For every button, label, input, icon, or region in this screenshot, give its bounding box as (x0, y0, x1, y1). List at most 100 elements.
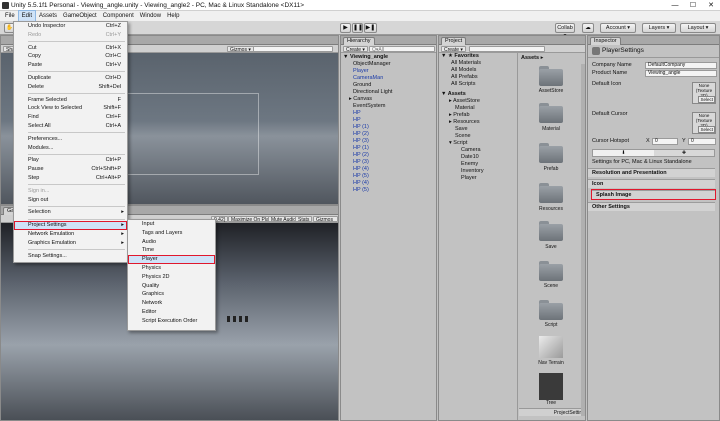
scene-search-input[interactable] (253, 46, 333, 52)
list-item[interactable]: ObjectManager (343, 61, 437, 68)
list-item[interactable]: Enemy (441, 161, 513, 168)
menu-assets[interactable]: Assets (36, 11, 60, 21)
play-button[interactable]: ▶ (340, 23, 351, 33)
layers-button[interactable]: Layers ▾ (642, 23, 676, 33)
tab-hierarchy[interactable]: Hierarchy (343, 37, 375, 45)
hierarchy-create-button[interactable]: Create ▾ (343, 46, 368, 53)
default-cursor-slot[interactable]: None (Texture 2D) Select (692, 112, 716, 134)
account-button[interactable]: Account ▾ (600, 23, 636, 33)
close-icon[interactable]: ✕ (702, 0, 720, 11)
menu-item-snap-settings[interactable]: Snap Settings... (14, 252, 127, 261)
menu-item-graphics[interactable]: Graphics (128, 290, 215, 299)
scene-root-item[interactable]: ▼ Viewing_angle (343, 54, 437, 61)
folder-icon[interactable] (539, 66, 563, 86)
select-button[interactable]: Select (698, 96, 715, 103)
list-item[interactable]: Camera (441, 147, 513, 154)
list-item[interactable]: All Models (441, 67, 513, 74)
menu-item-player[interactable]: Player (128, 255, 215, 264)
list-item[interactable]: Ground (343, 82, 437, 89)
step-button[interactable]: ▶❚ (364, 23, 377, 33)
menu-item-script-execution-order[interactable]: Script Execution Order (128, 317, 215, 326)
product-name-field[interactable]: Viewing_angle (645, 70, 717, 77)
list-item[interactable]: ▸ Prefab (441, 112, 513, 119)
menu-item-pause[interactable]: Pause Ctrl+Shift+P (14, 165, 127, 174)
menu-item-audio[interactable]: Audio (128, 238, 215, 247)
stats-toggle[interactable]: Stats (295, 216, 313, 223)
list-item[interactable]: HP (2) (343, 152, 437, 159)
list-item[interactable]: Directional Light (343, 89, 437, 96)
folder-icon[interactable] (539, 103, 563, 123)
menu-item-physics-2d[interactable]: Physics 2D (128, 273, 215, 282)
list-item[interactable]: HP (3) (343, 159, 437, 166)
menu-component[interactable]: Component (100, 11, 137, 21)
project-breadcrumb[interactable]: Assets ▸ (521, 55, 543, 61)
menu-item-lock-view[interactable]: Lock View to Selected Shift+F (14, 104, 127, 113)
list-item[interactable]: CameraMan (343, 75, 437, 82)
default-icon-slot[interactable]: None (Texture 2D) Select (692, 82, 716, 104)
menu-item-paste[interactable]: Paste Ctrl+V (14, 61, 127, 70)
list-item[interactable]: HP (5) (343, 187, 437, 194)
hotspot-y-field[interactable]: 0 (688, 138, 716, 145)
menu-item-network-emulation[interactable]: Network Emulation ▸ (14, 230, 127, 239)
menu-item-duplicate[interactable]: Duplicate Ctrl+D (14, 74, 127, 83)
menu-item-modules[interactable]: Modules... (14, 144, 127, 153)
list-item[interactable]: All Prefabs (441, 74, 513, 81)
list-item[interactable]: HP (343, 110, 437, 117)
tree-asset-icon[interactable] (539, 373, 563, 400)
project-scrollbar[interactable] (581, 64, 585, 416)
cloud-icon[interactable]: ☁ (582, 23, 594, 33)
menu-item-input[interactable]: Input (128, 220, 215, 229)
menu-item-preferences[interactable]: Preferences... (14, 135, 127, 144)
scene-gizmos-dropdown[interactable]: Gizmos ▾ (227, 46, 254, 53)
terrain-asset-icon[interactable] (539, 336, 563, 358)
menu-item-step[interactable]: Step Ctrl+Alt+P (14, 174, 127, 183)
hierarchy-search-input[interactable]: Q▾All (369, 46, 435, 53)
menu-item-tags-layers[interactable]: Tags and Layers (128, 229, 215, 238)
list-item[interactable]: HP (1) (343, 145, 437, 152)
menu-gameobject[interactable]: GameObject (60, 11, 100, 21)
list-item[interactable]: All Scripts (441, 81, 513, 88)
menu-item-frame-selected[interactable]: Frame Selected F (14, 96, 127, 105)
list-item[interactable]: Date10 (441, 154, 513, 161)
menu-item-quality[interactable]: Quality (128, 282, 215, 291)
list-item[interactable]: ▾ Script (441, 140, 513, 147)
folder-icon[interactable] (539, 261, 563, 281)
list-item[interactable]: All Materials (441, 60, 513, 67)
list-item[interactable]: Material (441, 105, 513, 112)
list-item[interactable]: HP (4) (343, 180, 437, 187)
menu-item-cut[interactable]: Cut Ctrl+X (14, 44, 127, 53)
folder-icon[interactable] (539, 143, 563, 163)
platform-tab-web[interactable]: ✚ (654, 150, 714, 156)
game-gizmos-dropdown[interactable]: Gizmos ▾ (313, 216, 338, 229)
menu-window[interactable]: Window (137, 11, 164, 21)
menu-item-play[interactable]: Play Ctrl+P (14, 156, 127, 165)
list-item[interactable]: HP (5) (343, 173, 437, 180)
list-item[interactable]: Scene (441, 133, 513, 140)
project-search-input[interactable] (469, 46, 545, 52)
tab-inspector[interactable]: Inspector (590, 37, 621, 45)
menu-item-delete[interactable]: Delete Shift+Del (14, 83, 127, 92)
list-item[interactable]: HP (3) (343, 138, 437, 145)
assets-root-item[interactable]: ▼ Assets (441, 91, 513, 98)
favorites-item[interactable]: ▼ ★ Favorites (441, 53, 513, 60)
menu-item-time[interactable]: Time (128, 246, 215, 255)
menu-item-undo[interactable]: Undo Inspector Ctrl+Z (14, 22, 127, 31)
menu-item-find[interactable]: Find Ctrl+F (14, 113, 127, 122)
platform-tab-standalone[interactable]: ⬇ (593, 150, 654, 156)
section-icon[interactable]: Icon (588, 179, 715, 188)
menu-help[interactable]: Help (164, 11, 182, 21)
menu-item-copy[interactable]: Copy Ctrl+C (14, 52, 127, 61)
menu-item-physics[interactable]: Physics (128, 264, 215, 273)
project-create-button[interactable]: Create ▾ (441, 46, 466, 53)
company-name-field[interactable]: DefaultCompany (645, 62, 717, 69)
menu-item-editor[interactable]: Editor (128, 308, 215, 317)
list-item[interactable]: Inventory (441, 168, 513, 175)
minimize-icon[interactable]: — (666, 0, 684, 11)
pause-button[interactable]: ❚❚ (352, 23, 363, 33)
maximize-icon[interactable]: ☐ (684, 0, 702, 11)
menu-item-selection[interactable]: Selection ▸ (14, 208, 127, 217)
list-item[interactable]: HP (343, 117, 437, 124)
menu-file[interactable]: File (2, 11, 18, 21)
menu-item-graphics-emulation[interactable]: Graphics Emulation ▸ (14, 239, 127, 248)
list-item[interactable]: HP (1) (343, 124, 437, 131)
